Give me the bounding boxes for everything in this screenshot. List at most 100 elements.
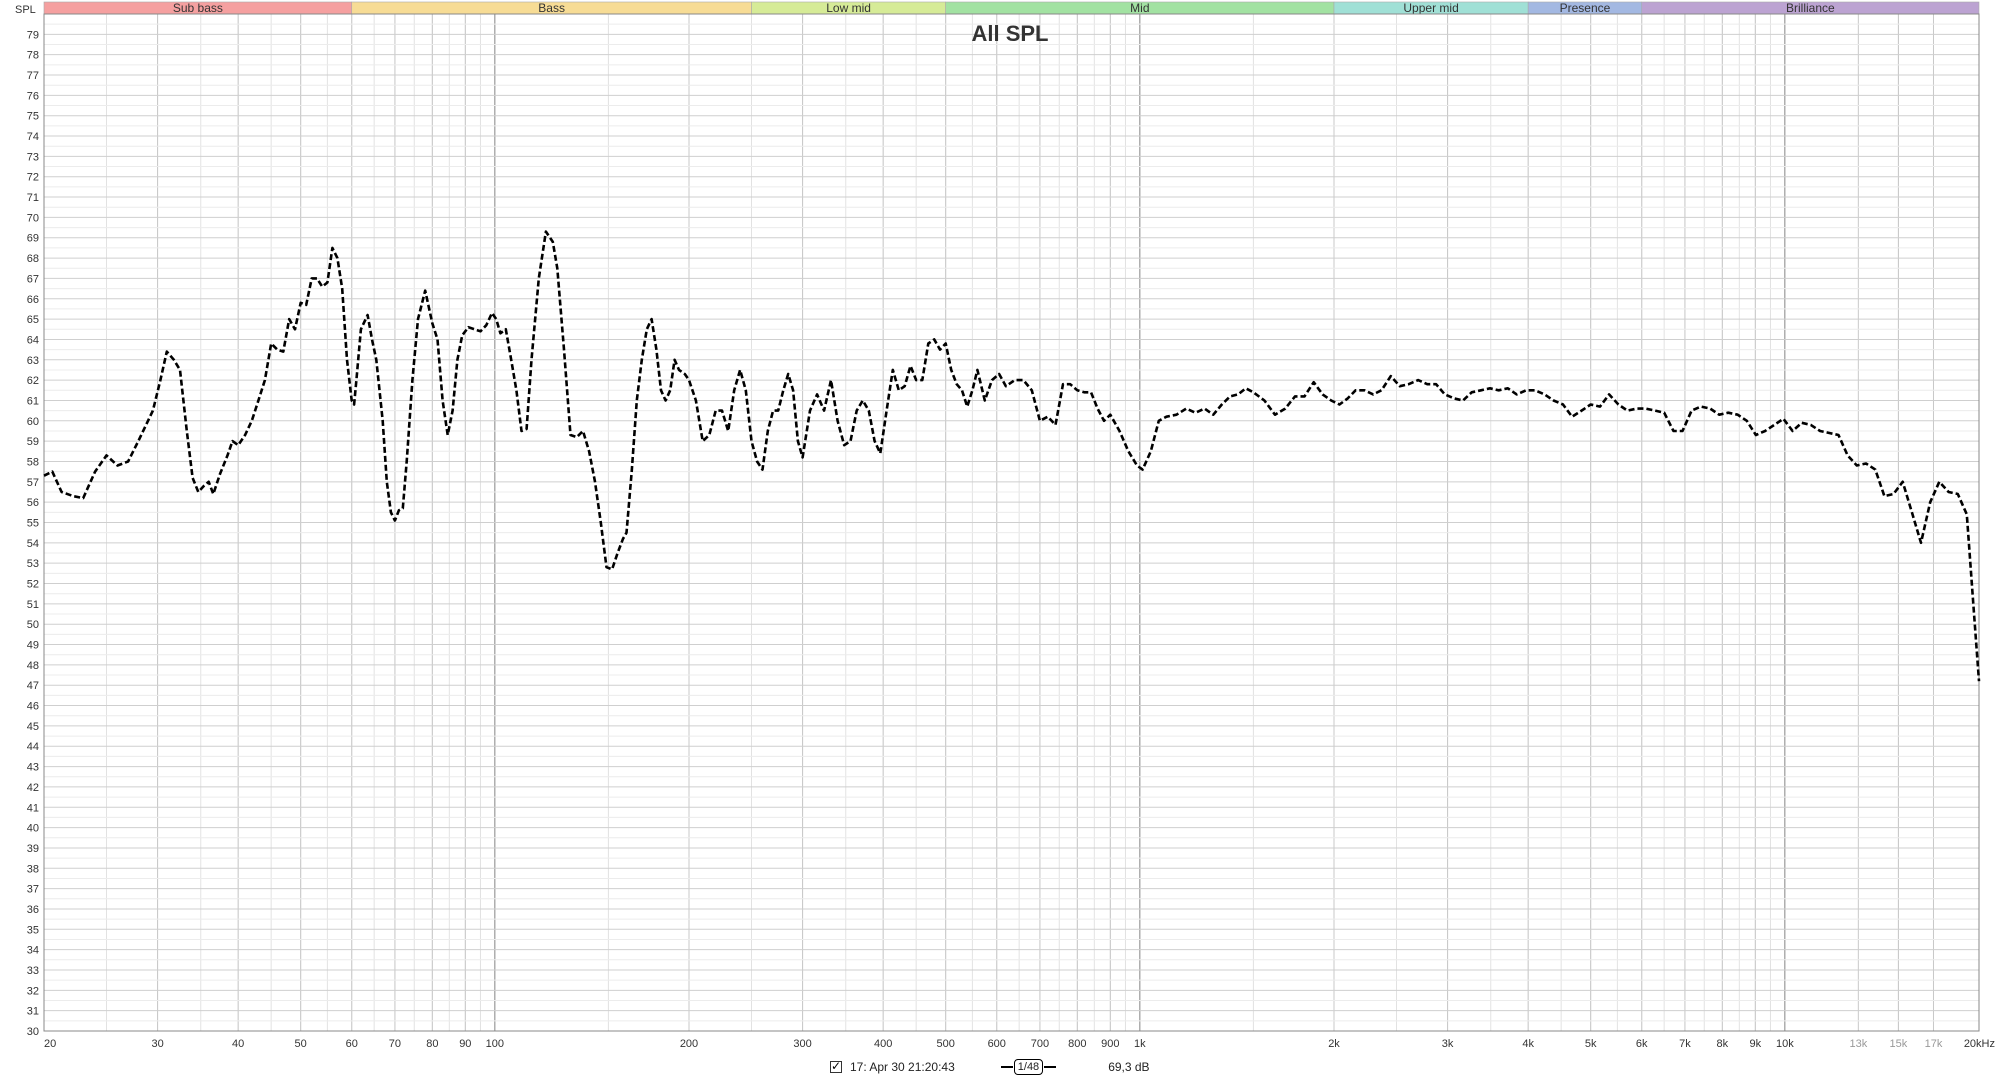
legend: 17: Apr 30 21:20:43 1/48 69,3 dB [830, 1055, 1150, 1079]
x-tick-26: 10k [1776, 1038, 1794, 1050]
y-tick-11: 41 [27, 802, 39, 814]
x-tick-8: 100 [486, 1038, 504, 1050]
x-tick-7: 90 [459, 1038, 471, 1050]
x-tick-12: 500 [936, 1038, 954, 1050]
line-style-swatch[interactable]: 1/48 [1000, 1059, 1057, 1075]
frequency-bands: Sub bass Bass Low mid Mid Upper mid Presence B… [43, 1, 1980, 15]
band-label-6: Brilliance [1786, 1, 1835, 15]
grid [43, 13, 1980, 1032]
y-tick-19: 49 [27, 640, 39, 652]
y-tick-6: 36 [27, 904, 39, 916]
x-tick-4: 60 [346, 1038, 358, 1050]
y-tick-23: 53 [27, 558, 39, 570]
y-tick-labels: 30 31 32 33 34 35 36 37 38 39 40 41 42 43 44 45 46 47 48 49… [27, 29, 39, 1038]
y-tick-32: 62 [27, 375, 39, 387]
x-tick-0: 20 [44, 1038, 56, 1050]
x-tick-labels: 20 30 40 50 60 70 80 90 100 200 300 400 500 600 700 800… [44, 1038, 1995, 1050]
x-tick-16: 900 [1101, 1038, 1119, 1050]
y-tick-14: 44 [27, 741, 39, 753]
x-tick-2: 40 [232, 1038, 244, 1050]
y-tick-3: 33 [27, 965, 39, 977]
x-tick-6: 80 [426, 1038, 438, 1050]
y-tick-40: 70 [27, 212, 39, 224]
y-tick-25: 55 [27, 518, 39, 530]
y-tick-36: 66 [27, 294, 39, 306]
y-tick-37: 67 [27, 273, 39, 285]
legend-entry-label: 17: Apr 30 21:20:43 [850, 1060, 955, 1074]
y-tick-17: 47 [27, 680, 39, 692]
y-tick-9: 39 [27, 843, 39, 855]
y-tick-22: 52 [27, 579, 39, 591]
band-label-0: Sub bass [173, 1, 223, 15]
band-label-2: Low mid [826, 1, 871, 15]
y-tick-31: 61 [27, 395, 39, 407]
band-label-4: Upper mid [1403, 1, 1458, 15]
x-tick-29: 17k [1925, 1038, 1943, 1050]
x-tick-24: 8k [1717, 1038, 1729, 1050]
y-tick-43: 73 [27, 151, 39, 163]
y-tick-38: 68 [27, 253, 39, 265]
x-tick-20: 4k [1522, 1038, 1534, 1050]
x-tick-10: 300 [793, 1038, 811, 1050]
y-tick-21: 51 [27, 599, 39, 611]
band-label-3: Mid [1130, 1, 1149, 15]
y-tick-45: 75 [27, 111, 39, 123]
x-tick-17: 1k [1134, 1038, 1146, 1050]
band-label-1: Bass [538, 1, 565, 15]
y-tick-0: 30 [27, 1026, 39, 1038]
y-tick-47: 77 [27, 70, 39, 82]
y-tick-4: 34 [27, 945, 39, 957]
dash-right [1044, 1066, 1057, 1068]
y-tick-7: 37 [27, 884, 39, 896]
y-tick-18: 48 [27, 660, 39, 672]
y-tick-2: 32 [27, 985, 39, 997]
y-tick-39: 69 [27, 233, 39, 245]
y-tick-27: 57 [27, 477, 39, 489]
y-tick-33: 63 [27, 355, 39, 367]
y-tick-16: 46 [27, 701, 39, 713]
y-tick-13: 43 [27, 762, 39, 774]
x-tick-22: 6k [1636, 1038, 1648, 1050]
x-tick-27: 13k [1849, 1038, 1867, 1050]
y-tick-30: 60 [27, 416, 39, 428]
smoothing-label: 1/48 [1013, 1059, 1044, 1075]
y-tick-44: 74 [27, 131, 39, 143]
y-tick-49: 79 [27, 29, 39, 41]
y-tick-26: 56 [27, 497, 39, 509]
y-tick-29: 59 [27, 436, 39, 448]
x-tick-5: 70 [389, 1038, 401, 1050]
y-tick-20: 50 [27, 619, 39, 631]
dash-left [1000, 1066, 1013, 1068]
y-tick-24: 54 [27, 538, 39, 550]
x-tick-3: 50 [295, 1038, 307, 1050]
x-tick-11: 400 [874, 1038, 892, 1050]
x-tick-15: 800 [1068, 1038, 1086, 1050]
y-tick-28: 58 [27, 456, 39, 468]
x-tick-28: 15k [1890, 1038, 1908, 1050]
legend-level-value: 69,3 dB [1108, 1060, 1150, 1074]
x-tick-13: 600 [988, 1038, 1006, 1050]
x-tick-23: 7k [1679, 1038, 1691, 1050]
y-axis-label: SPL [15, 4, 36, 16]
x-tick-25: 9k [1750, 1038, 1762, 1050]
legend-checkbox[interactable] [830, 1059, 842, 1073]
y-tick-46: 76 [27, 90, 39, 102]
y-tick-8: 38 [27, 863, 39, 875]
y-tick-1: 31 [27, 1006, 39, 1018]
y-tick-15: 45 [27, 721, 39, 733]
y-tick-41: 71 [27, 192, 39, 204]
chart-title: All SPL [971, 21, 1048, 46]
x-tick-21: 5k [1585, 1038, 1597, 1050]
y-tick-48: 78 [27, 50, 39, 62]
x-tick-30: 20kHz [1964, 1038, 1995, 1050]
y-tick-35: 65 [27, 314, 39, 326]
y-tick-12: 42 [27, 782, 39, 794]
x-tick-14: 700 [1031, 1038, 1049, 1050]
y-tick-34: 64 [27, 334, 39, 346]
x-tick-9: 200 [680, 1038, 698, 1050]
band-label-5: Presence [1560, 1, 1611, 15]
x-tick-19: 3k [1442, 1038, 1454, 1050]
x-tick-18: 2k [1328, 1038, 1340, 1050]
spl-chart: Sub bass Bass Low mid Mid Upper mid Presence B… [15, 1, 1995, 1050]
y-tick-10: 40 [27, 823, 39, 835]
